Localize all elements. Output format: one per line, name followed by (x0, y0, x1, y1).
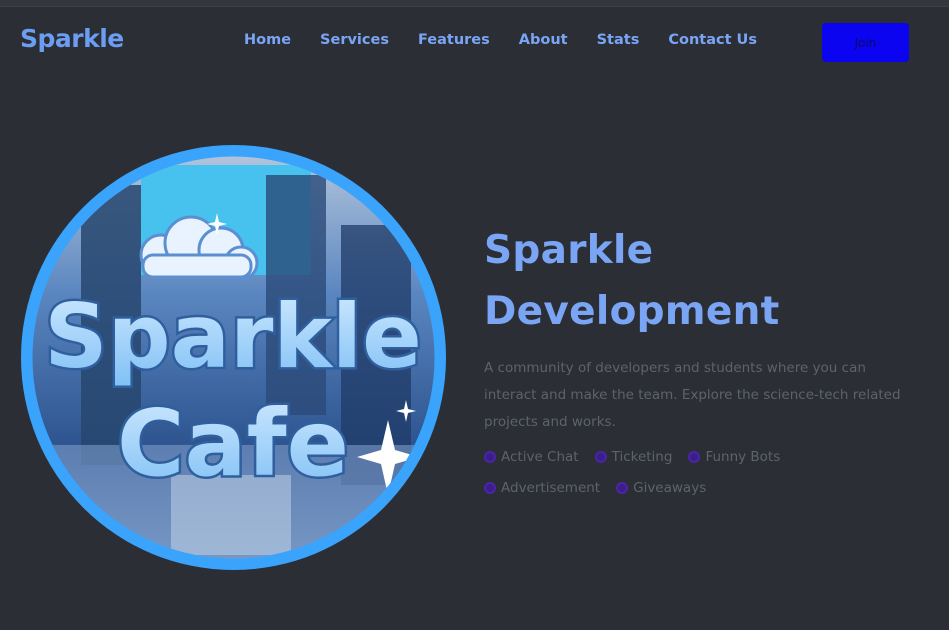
feature-label: Active Chat (501, 449, 579, 465)
nav-link-services[interactable]: Services (320, 32, 389, 48)
feature-item-active-chat: Active Chat (484, 446, 579, 468)
sparkle-dot-icon (594, 451, 607, 463)
browser-top-strip (0, 0, 949, 7)
sparkle-cafe-logo-image: Sparkle Cafe (21, 145, 446, 570)
feature-item-giveaways: Giveaways (616, 477, 706, 499)
feature-item-advertisement: Advertisement (484, 477, 600, 499)
hero-title: Sparkle Development (484, 220, 780, 342)
brand-logo-text[interactable]: Sparkle (20, 24, 124, 53)
logo-illustration: Sparkle Cafe (32, 156, 435, 559)
hero-title-line1: Sparkle (484, 228, 654, 273)
nav-link-features[interactable]: Features (418, 32, 490, 48)
hero-description: A community of developers and students w… (484, 360, 901, 430)
feature-label: Advertisement (501, 480, 601, 496)
nav-link-home[interactable]: Home (244, 32, 291, 48)
feature-item-funny-bots: Funny Bots (688, 446, 780, 468)
sparkle-dot-icon (688, 451, 701, 463)
nav-link-contact[interactable]: Contact Us (668, 32, 757, 48)
feature-label: Funny Bots (705, 449, 781, 465)
feature-list: Active Chat Ticketing Funny Bots Adverti… (484, 446, 924, 499)
feature-item-ticketing: Ticketing (594, 446, 673, 468)
join-button[interactable]: Join (822, 23, 909, 62)
logo-text-line1: Sparkle (44, 285, 422, 388)
sparkle-dot-icon (484, 482, 496, 494)
nav-link-stats[interactable]: Stats (597, 32, 640, 48)
navbar: Sparkle Home Services Features About Sta… (0, 7, 949, 77)
feature-label: Ticketing (611, 449, 673, 465)
feature-label: Giveaways (633, 480, 707, 496)
sparkle-dot-icon (484, 451, 496, 463)
nav-link-about[interactable]: About (519, 32, 568, 48)
hero-title-line2: Development (484, 289, 780, 334)
sparkle-dot-icon (616, 482, 629, 494)
nav-links: Home Services Features About Stats Conta… (244, 32, 786, 48)
logo-text-line2: Cafe (117, 390, 349, 497)
